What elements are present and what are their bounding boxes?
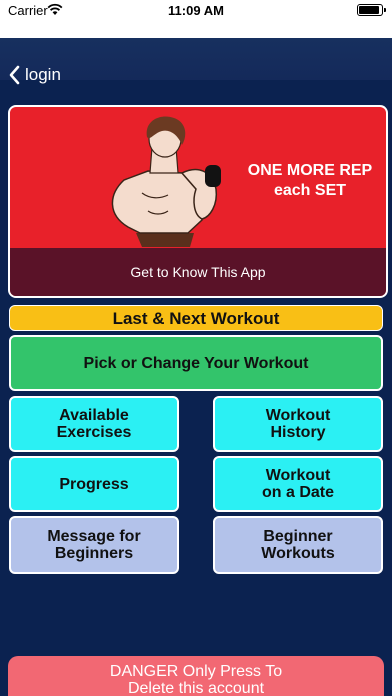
available-exercises-label-1: Available (59, 407, 129, 424)
pick-change-workout-label: Pick or Change Your Workout (83, 354, 309, 372)
workout-history-button[interactable]: Workout History (213, 396, 383, 452)
chevron-left-icon (9, 65, 20, 85)
message-for-beginners-button[interactable]: Message for Beginners (9, 516, 179, 574)
tagline-line-2: each SET (273, 182, 347, 199)
delete-account-label-2: Delete this account (127, 680, 265, 696)
status-bar: Carrier 11:09 AM (0, 0, 392, 38)
battery-icon (357, 4, 386, 16)
last-next-workout-button[interactable]: Last & Next Workout (9, 305, 383, 331)
delete-account-label-1: DANGER Only Press To (109, 663, 283, 680)
back-label: login (25, 65, 61, 84)
available-exercises-label-2: Exercises (56, 424, 132, 441)
navigation-bar: login (0, 38, 392, 85)
hero-tagline: ONE MORE REP each SET (235, 161, 385, 201)
message-for-beginners-label-1: Message for (47, 528, 141, 545)
app-intro-banner[interactable]: ONE MORE REP each SET Get to Know This A… (8, 105, 388, 298)
bodybuilder-illustration (111, 116, 221, 247)
get-to-know-app-label: Get to Know This App (130, 264, 266, 280)
tagline-line-1: ONE MORE REP (247, 162, 373, 179)
workout-on-date-button[interactable]: Workout on a Date (213, 456, 383, 512)
progress-label: Progress (59, 475, 129, 493)
workout-history-label-2: History (270, 424, 326, 441)
workout-on-date-label-1: Workout (265, 467, 331, 484)
workout-history-label-1: Workout (265, 407, 331, 424)
get-to-know-app-button[interactable]: Get to Know This App (10, 248, 386, 296)
last-next-workout-label: Last & Next Workout (112, 308, 280, 328)
delete-account-button[interactable]: DANGER Only Press To Delete this account (8, 656, 384, 696)
beginner-workouts-button[interactable]: Beginner Workouts (213, 516, 383, 574)
beginner-workouts-label-1: Beginner (263, 528, 333, 545)
message-for-beginners-label-2: Beginners (54, 545, 134, 562)
pick-change-workout-button[interactable]: Pick or Change Your Workout (9, 335, 383, 391)
available-exercises-button[interactable]: Available Exercises (9, 396, 179, 452)
status-time: 11:09 AM (168, 3, 224, 18)
progress-button[interactable]: Progress (9, 456, 179, 512)
workout-on-date-label-2: on a Date (261, 484, 334, 501)
back-button[interactable]: login (8, 63, 61, 87)
beginner-workouts-label-2: Workouts (261, 545, 335, 562)
